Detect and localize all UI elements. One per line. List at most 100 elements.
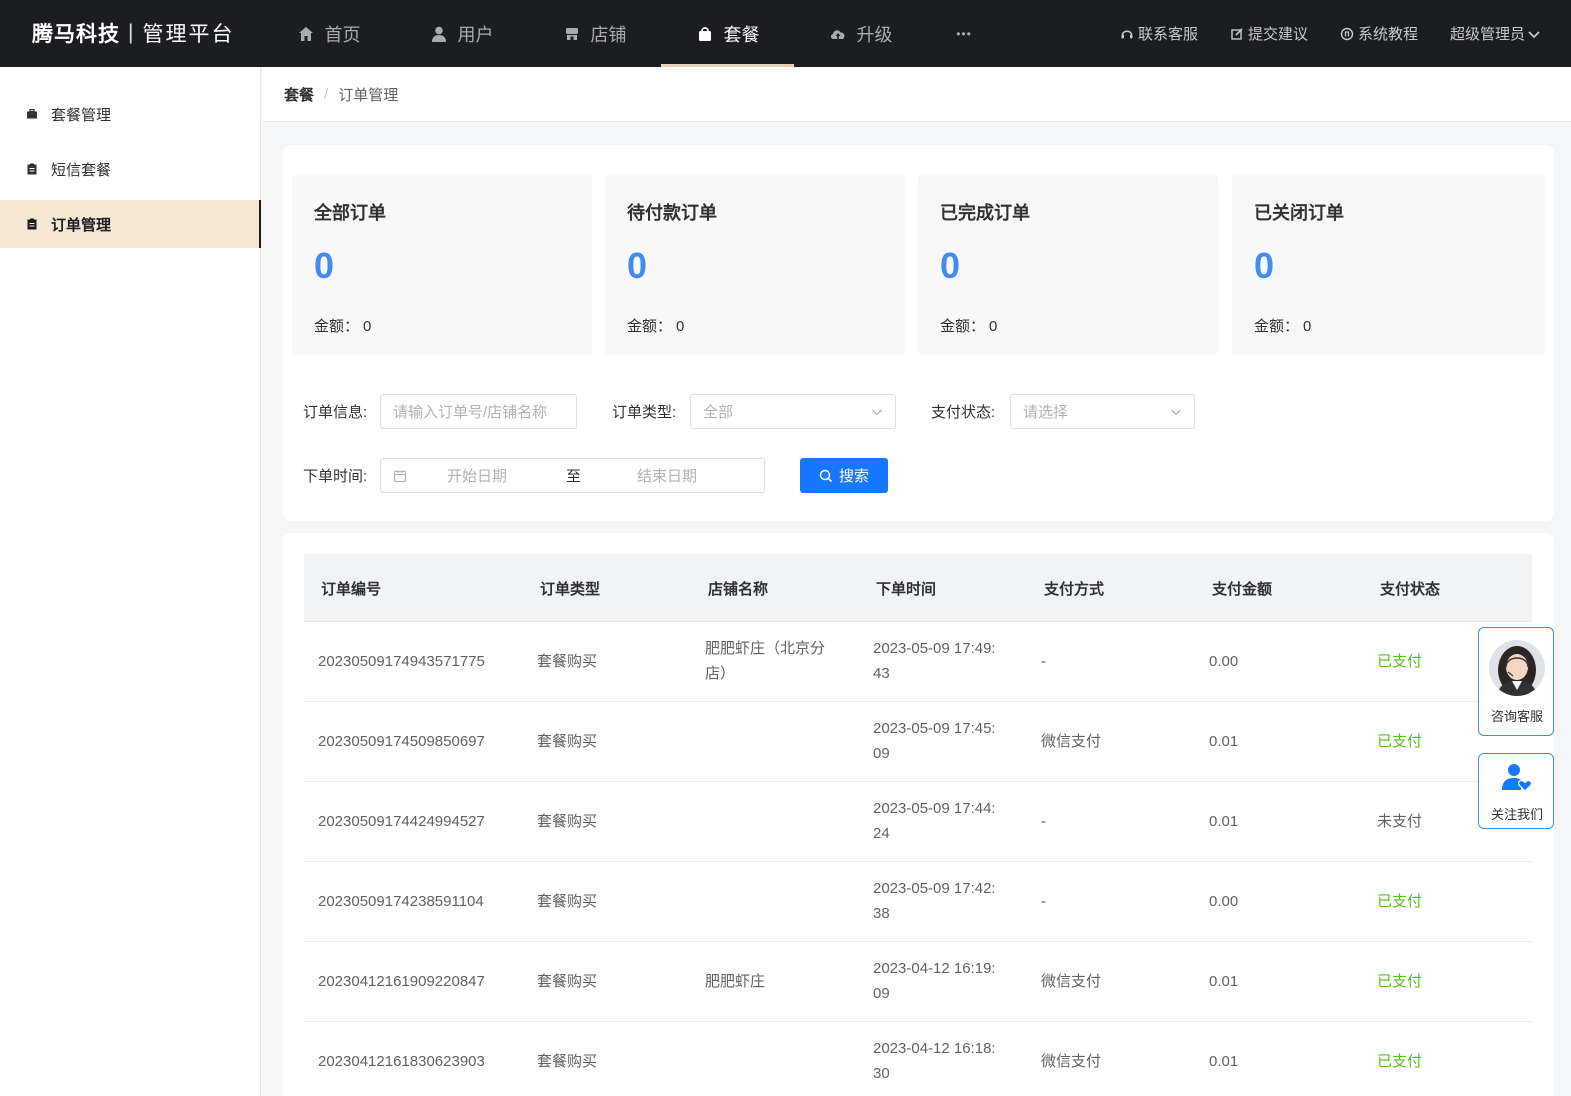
stat-count: 0 bbox=[627, 245, 648, 286]
table-row[interactable]: 20230509174943571775 套餐购买 肥肥虾庄（北京分 店） 202… bbox=[304, 622, 1532, 702]
stat-card-all: 全部订单 0 金额： 0 bbox=[292, 175, 592, 355]
date-range-picker[interactable]: 开始日期 至 结束日期 bbox=[380, 458, 765, 493]
order-time-cell: 2023-05-09 17:42: 38 bbox=[873, 880, 996, 922]
range-separator: 至 bbox=[566, 468, 582, 485]
table-row[interactable]: 20230412161909220847 套餐购买 肥肥虾庄 2023-04-1… bbox=[304, 942, 1532, 1022]
nav-label: 首页 bbox=[324, 24, 361, 45]
consult-service-widget[interactable]: 咨询客服 bbox=[1478, 627, 1554, 736]
home-icon bbox=[297, 25, 315, 43]
chevron-down-icon bbox=[871, 405, 883, 417]
pay-amount-cell: 0.01 bbox=[1209, 733, 1239, 750]
clipboard-icon bbox=[26, 218, 38, 230]
search-button-label: 搜索 bbox=[838, 468, 869, 485]
pay-method-cell: 微信支付 bbox=[1041, 733, 1102, 750]
submit-suggestion-label: 提交建议 bbox=[1247, 26, 1308, 43]
pay-amount-cell: 0.00 bbox=[1209, 653, 1239, 670]
table-header: 订单编号 订单类型 店铺名称 下单时间 支付方式 支付金额 支付状态 bbox=[304, 554, 1532, 622]
table-row[interactable]: 20230509174509850697 套餐购买 2023-05-09 17:… bbox=[304, 702, 1532, 782]
order-type-cell: 套餐购买 bbox=[537, 1053, 598, 1070]
system-tutorial-link[interactable]: 系统教程 bbox=[1340, 23, 1418, 44]
order-type-cell: 套餐购买 bbox=[537, 893, 598, 910]
order-time-cell: 2023-05-09 17:49: 43 bbox=[873, 640, 996, 682]
service-avatar bbox=[1489, 640, 1545, 696]
stat-card-closed: 已关闭订单 0 金额： 0 bbox=[1232, 175, 1545, 355]
nav-item-home[interactable]: 首页 bbox=[262, 0, 395, 67]
pay-amount-cell: 0.01 bbox=[1209, 813, 1239, 830]
nav-label: 用户 bbox=[457, 24, 494, 45]
search-button[interactable]: 搜索 bbox=[800, 458, 888, 493]
nav-item-package[interactable]: 套餐 bbox=[661, 0, 794, 67]
column-header: 店铺名称 bbox=[708, 581, 769, 598]
follow-us-widget[interactable]: 关注我们 bbox=[1478, 753, 1554, 829]
stat-title: 已关闭订单 bbox=[1254, 203, 1344, 223]
order-id-cell: 20230412161830623903 bbox=[318, 1053, 485, 1070]
pay-status-label: 支付状态: bbox=[931, 404, 996, 421]
order-id-cell: 20230509174943571775 bbox=[318, 653, 485, 670]
submit-suggestion-link[interactable]: 提交建议 bbox=[1230, 23, 1308, 44]
pay-status-cell: 已支付 bbox=[1377, 973, 1423, 990]
order-type-cell: 套餐购买 bbox=[537, 973, 598, 990]
brand-name: 腾马科技 bbox=[32, 23, 120, 46]
stat-amount: 金额： 0 bbox=[627, 318, 685, 335]
edit-icon bbox=[1230, 27, 1244, 41]
column-header: 订单编号 bbox=[321, 581, 382, 598]
store-name-cell: 肥肥虾庄（北京分 店） bbox=[705, 640, 826, 682]
pay-method-cell: - bbox=[1041, 653, 1046, 670]
order-id-cell: 20230509174509850697 bbox=[318, 733, 485, 750]
breadcrumb-parent[interactable]: 套餐 bbox=[284, 84, 314, 105]
order-time-cell: 2023-04-12 16:18: 30 bbox=[873, 1040, 996, 1082]
nav-item-store[interactable]: 店铺 bbox=[528, 0, 661, 67]
pay-status-cell: 已支付 bbox=[1377, 893, 1423, 910]
end-date-input[interactable]: 结束日期 bbox=[637, 465, 697, 486]
search-icon bbox=[819, 469, 833, 483]
order-info-input[interactable]: 请输入订单号/店铺名称 bbox=[380, 394, 577, 429]
table-row[interactable]: 20230509174238591104 套餐购买 2023-05-09 17:… bbox=[304, 862, 1532, 942]
sidebar-item-order-management[interactable]: 订单管理 bbox=[0, 200, 261, 248]
order-type-cell: 套餐购买 bbox=[537, 813, 598, 830]
stat-amount: 金额： 0 bbox=[1254, 318, 1312, 335]
pay-status-cell: 未支付 bbox=[1377, 813, 1423, 830]
admin-menu-dropdown[interactable]: 超级管理员 bbox=[1450, 23, 1541, 44]
admin-label: 超级管理员 bbox=[1449, 26, 1525, 43]
brand-subtitle: 管理平台 bbox=[142, 23, 235, 46]
column-header: 支付方式 bbox=[1044, 581, 1105, 598]
order-info-label: 订单信息: bbox=[303, 404, 368, 421]
table-row[interactable]: 20230509174424994527 套餐购买 2023-05-09 17:… bbox=[304, 782, 1532, 862]
main-nav: 首页 用户 店铺 套餐 升级 ••• bbox=[262, 0, 1001, 67]
order-id-cell: 20230509174424994527 bbox=[318, 813, 485, 830]
consult-service-label: 咨询客服 bbox=[1490, 709, 1543, 724]
nav-more-button[interactable]: ••• bbox=[927, 0, 1001, 67]
contact-service-link[interactable]: 联系客服 bbox=[1120, 23, 1198, 44]
pay-amount-cell: 0.01 bbox=[1209, 1053, 1239, 1070]
headset-icon bbox=[1120, 27, 1134, 41]
pay-status-cell: 已支付 bbox=[1377, 653, 1423, 670]
order-time-cell: 2023-05-09 17:45: 09 bbox=[873, 720, 996, 762]
top-right-links: 联系客服 提交建议 系统教程 超级管理员 bbox=[1088, 0, 1541, 67]
stat-amount: 金额： 0 bbox=[940, 318, 998, 335]
stat-title: 已完成订单 bbox=[940, 203, 1030, 223]
nav-item-user[interactable]: 用户 bbox=[395, 0, 528, 67]
pay-amount-cell: 0.00 bbox=[1209, 893, 1239, 910]
start-date-input[interactable]: 开始日期 bbox=[447, 465, 507, 486]
brand-logo[interactable]: 腾马科技 | 管理平台 bbox=[32, 18, 234, 48]
chevron-down-icon bbox=[1527, 27, 1541, 41]
top-navbar: 腾马科技 | 管理平台 首页 用户 店铺 套餐 升级 ••• 联系客服 提交建议… bbox=[0, 0, 1571, 67]
more-icon: ••• bbox=[956, 26, 972, 41]
table-row[interactable]: 20230412161830623903 套餐购买 2023-04-12 16:… bbox=[304, 1022, 1532, 1096]
order-type-label: 订单类型: bbox=[612, 404, 677, 421]
follow-us-label: 关注我们 bbox=[1490, 807, 1543, 822]
store-icon bbox=[563, 25, 581, 43]
nav-item-upgrade[interactable]: 升级 bbox=[794, 0, 927, 67]
order-time-cell: 2023-04-12 16:19: 09 bbox=[873, 960, 996, 1002]
order-type-select[interactable]: 全部 bbox=[690, 394, 896, 429]
bag-icon bbox=[696, 25, 714, 43]
column-header: 支付状态 bbox=[1380, 581, 1441, 598]
sidebar-item-package-management[interactable]: 套餐管理 bbox=[0, 90, 261, 138]
nav-label: 店铺 bbox=[590, 24, 627, 45]
sidebar-item-sms-package[interactable]: 短信套餐 bbox=[0, 145, 261, 193]
pay-status-select[interactable]: 请选择 bbox=[1010, 394, 1195, 429]
pay-method-cell: 微信支付 bbox=[1041, 1053, 1102, 1070]
order-type-value: 全部 bbox=[703, 404, 734, 421]
contact-service-label: 联系客服 bbox=[1137, 26, 1198, 43]
nav-label: 套餐 bbox=[723, 24, 760, 45]
